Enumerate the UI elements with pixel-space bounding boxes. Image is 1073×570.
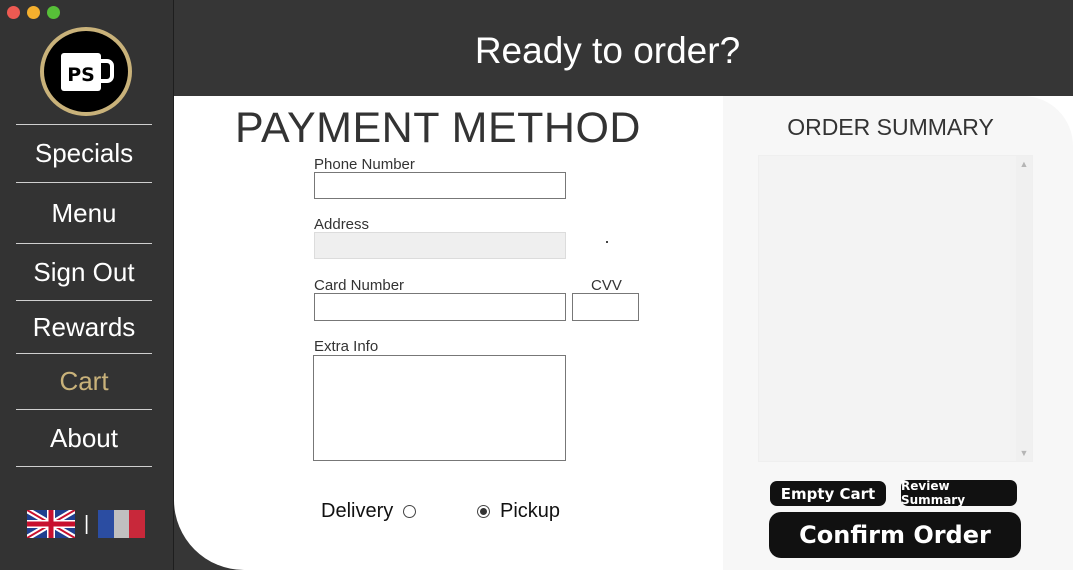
card-number-label: Card Number xyxy=(314,277,405,294)
page-title: Ready to order? xyxy=(474,30,741,71)
address-marker xyxy=(606,241,608,243)
address-label: Address xyxy=(314,216,370,233)
close-window-button[interactable] xyxy=(7,6,20,19)
scroll-up-icon[interactable]: ▲ xyxy=(1016,159,1032,169)
english-flag-icon[interactable] xyxy=(27,510,75,538)
minimize-window-button[interactable] xyxy=(27,6,40,19)
logo: PS xyxy=(40,27,132,116)
order-summary-list[interactable]: ▲ ▼ xyxy=(758,155,1033,462)
address-input[interactable] xyxy=(314,232,566,259)
sidebar-item-about[interactable]: About xyxy=(16,409,152,466)
sidebar-item-sign-out[interactable]: Sign Out xyxy=(16,243,152,300)
order-summary-heading: ORDER SUMMARY xyxy=(787,114,994,140)
language-switcher: | xyxy=(27,510,146,538)
pickup-radio[interactable] xyxy=(477,505,490,518)
menu-divider xyxy=(16,466,152,467)
sidebar-item-rewards[interactable]: Rewards xyxy=(16,300,152,353)
cvv-label: CVV xyxy=(591,277,622,294)
summary-scrollbar[interactable]: ▲ ▼ xyxy=(1016,156,1032,461)
logo-text: PS xyxy=(67,64,95,86)
sidebar-item-cart[interactable]: Cart xyxy=(16,353,152,409)
card-number-input[interactable] xyxy=(314,293,566,321)
zoom-window-button[interactable] xyxy=(47,6,60,19)
confirm-order-button[interactable]: Confirm Order xyxy=(769,512,1021,558)
sidebar-item-menu[interactable]: Menu xyxy=(16,182,152,243)
scroll-down-icon[interactable]: ▼ xyxy=(1016,448,1032,458)
extra-info-textarea[interactable] xyxy=(313,355,566,461)
sidebar-menu: Specials Menu Sign Out Rewards Cart Abou… xyxy=(16,124,152,467)
review-summary-button[interactable]: Review Summary xyxy=(901,479,1017,507)
french-flag-icon[interactable] xyxy=(98,510,146,538)
sidebar: PS Specials Menu Sign Out Rewards Cart A… xyxy=(0,0,174,570)
order-summary-panel: ORDER SUMMARY ▲ ▼ Empty Cart Review Summ… xyxy=(723,96,1073,570)
delivery-radio[interactable] xyxy=(403,505,417,518)
window-controls xyxy=(7,6,60,19)
app-window: PS Specials Menu Sign Out Rewards Cart A… xyxy=(0,0,1073,570)
delivery-option[interactable]: Delivery xyxy=(321,500,417,523)
phone-number-input[interactable] xyxy=(314,172,566,199)
extra-info-label: Extra Info xyxy=(314,338,379,355)
coffee-mug-icon: PS xyxy=(61,52,114,91)
sidebar-item-specials[interactable]: Specials xyxy=(16,124,152,182)
payment-method-heading: PAYMENT METHOD xyxy=(235,104,641,152)
delivery-label: Delivery xyxy=(321,500,394,522)
phone-number-label: Phone Number xyxy=(314,156,415,173)
empty-cart-button[interactable]: Empty Cart xyxy=(770,481,886,506)
cvv-input[interactable] xyxy=(572,293,639,321)
pickup-option[interactable]: Pickup xyxy=(477,500,560,523)
pickup-label: Pickup xyxy=(500,500,561,522)
language-separator: | xyxy=(84,512,90,535)
